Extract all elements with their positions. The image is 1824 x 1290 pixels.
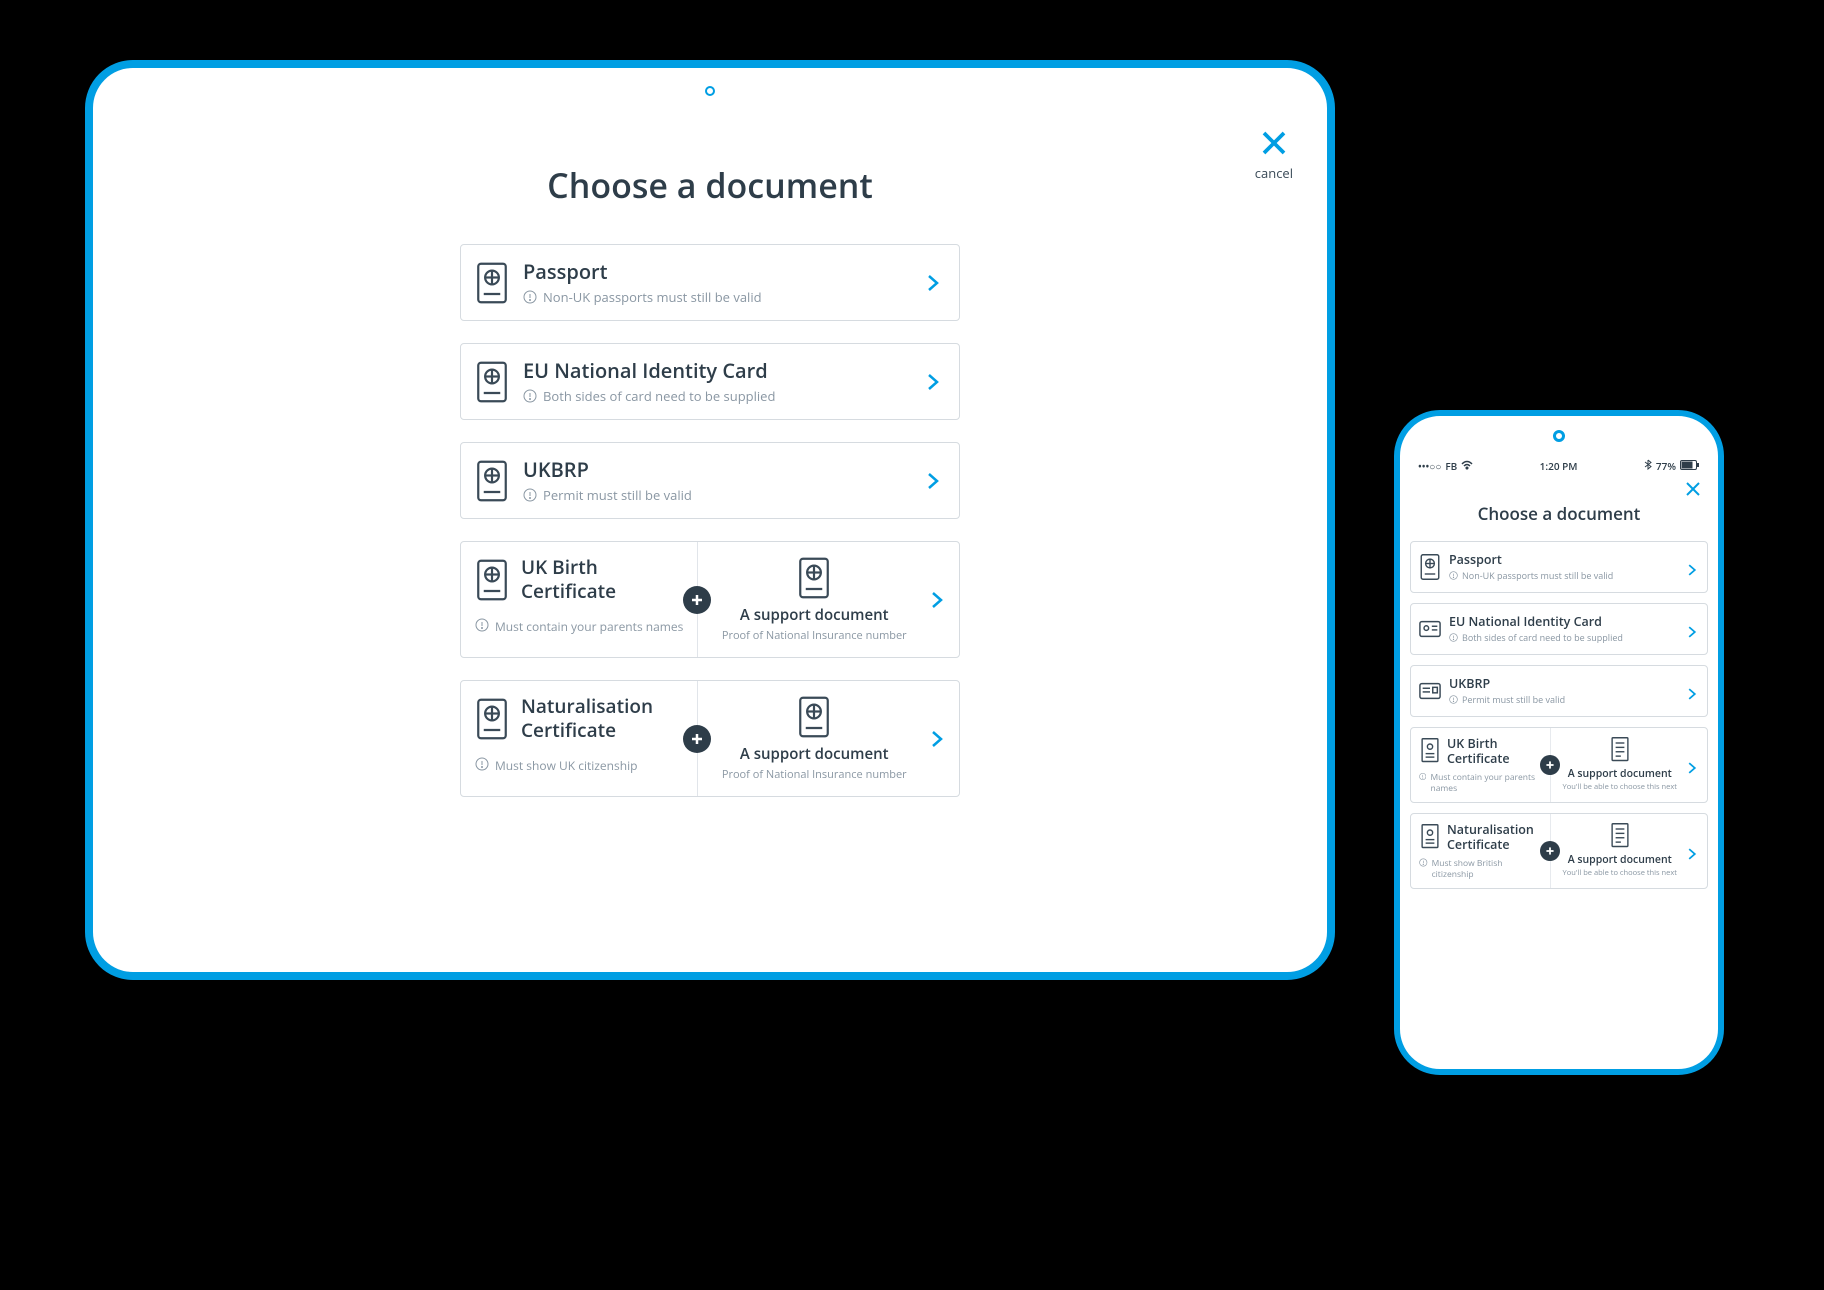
option-right: A support document You'll be able to cho… bbox=[1551, 728, 1708, 802]
phone-camera bbox=[1553, 430, 1565, 442]
option-hint: Must show British citizenship bbox=[1419, 858, 1542, 880]
battery-icon bbox=[1680, 459, 1700, 473]
option-title: UK Birth Certificate bbox=[521, 556, 685, 604]
plus-icon bbox=[1540, 755, 1560, 775]
chevron-right-icon bbox=[1685, 844, 1699, 858]
option-hint: Permit must still be valid bbox=[523, 486, 923, 504]
document-icon bbox=[1609, 736, 1631, 764]
chevron-right-icon bbox=[923, 372, 943, 392]
support-title: A support document bbox=[1568, 854, 1672, 867]
option-ukbrp[interactable]: UKBRP Permit must still be valid bbox=[460, 442, 960, 519]
option-title: Naturalisation Certificate bbox=[1447, 822, 1542, 852]
certificate-icon bbox=[1419, 823, 1441, 851]
support-sub: You'll be able to choose this next bbox=[1563, 869, 1677, 878]
option-uk-birth-certificate[interactable]: UK Birth Certificate Must contain your p… bbox=[1410, 727, 1708, 803]
clock-label: 1:20 PM bbox=[1540, 459, 1578, 473]
option-hint: Both sides of card need to be supplied bbox=[523, 387, 923, 405]
page-title: Choose a document bbox=[547, 162, 873, 208]
option-title: EU National Identity Card bbox=[523, 358, 923, 383]
option-hint: Non-UK passports must still be valid bbox=[523, 288, 923, 306]
option-right: A support document Proof of National Ins… bbox=[698, 542, 960, 657]
option-eu-id-card[interactable]: EU National Identity Card Both sides of … bbox=[460, 343, 960, 420]
cancel-button[interactable] bbox=[1684, 480, 1708, 504]
id-card-icon bbox=[475, 360, 509, 404]
option-title: UK Birth Certificate bbox=[1447, 736, 1542, 766]
document-icon bbox=[797, 695, 831, 739]
tablet-camera bbox=[705, 86, 715, 96]
option-naturalisation-certificate[interactable]: Naturalisation Certificate Must show Bri… bbox=[1410, 813, 1708, 889]
chevron-right-icon bbox=[923, 273, 943, 293]
option-left: UK Birth Certificate Must contain your p… bbox=[461, 542, 698, 657]
certificate-icon bbox=[475, 558, 509, 602]
plus-icon bbox=[1540, 841, 1560, 861]
option-ukbrp[interactable]: UKBRP Permit must still be valid bbox=[1410, 665, 1708, 717]
chevron-right-icon bbox=[1685, 560, 1699, 574]
option-naturalisation-certificate[interactable]: Naturalisation Certificate Must show UK … bbox=[460, 680, 960, 797]
option-passport[interactable]: Passport Non-UK passports must still be … bbox=[460, 244, 960, 321]
chevron-right-icon bbox=[1685, 758, 1699, 772]
option-right: A support document Proof of National Ins… bbox=[698, 681, 960, 796]
support-title: A support document bbox=[740, 606, 889, 625]
plus-icon bbox=[683, 586, 711, 614]
plus-icon bbox=[683, 725, 711, 753]
tablet-device: cancel Choose a document Passport Non-UK… bbox=[85, 60, 1335, 980]
permit-icon bbox=[1419, 677, 1441, 705]
option-uk-birth-certificate[interactable]: UK Birth Certificate Must contain your p… bbox=[460, 541, 960, 658]
certificate-icon bbox=[1419, 737, 1441, 765]
document-option-list: Passport Non-UK passports must still be … bbox=[460, 244, 960, 797]
support-title: A support document bbox=[740, 745, 889, 764]
option-title: Naturalisation Certificate bbox=[521, 695, 685, 743]
passport-icon bbox=[475, 261, 509, 305]
option-hint: Permit must still be valid bbox=[1449, 693, 1685, 706]
carrier-label: FB bbox=[1445, 459, 1457, 473]
chevron-right-icon bbox=[927, 729, 947, 749]
option-hint: Must show UK citizenship bbox=[475, 757, 637, 774]
close-icon bbox=[1259, 128, 1289, 162]
passport-icon bbox=[1419, 553, 1441, 581]
option-title: UKBRP bbox=[523, 457, 923, 482]
option-left: UK Birth Certificate Must contain your p… bbox=[1411, 728, 1551, 802]
battery-label: 77% bbox=[1656, 459, 1676, 473]
tablet-screen: cancel Choose a document Passport Non-UK… bbox=[93, 118, 1327, 972]
phone-screen: •••○○ FB 1:20 PM 77% Choose a document bbox=[1408, 456, 1710, 1057]
option-hint: Must contain your parents names bbox=[1419, 772, 1542, 794]
chevron-right-icon bbox=[923, 471, 943, 491]
cancel-button[interactable]: cancel bbox=[1255, 128, 1293, 182]
support-title: A support document bbox=[1568, 768, 1672, 781]
option-title: UKBRP bbox=[1449, 676, 1685, 691]
option-eu-id-card[interactable]: EU National Identity Card Both sides of … bbox=[1410, 603, 1708, 655]
option-title: Passport bbox=[523, 259, 923, 284]
option-hint: Non-UK passports must still be valid bbox=[1449, 569, 1685, 582]
chevron-right-icon bbox=[1685, 622, 1699, 636]
bluetooth-icon bbox=[1644, 459, 1652, 473]
option-title: EU National Identity Card bbox=[1449, 614, 1685, 629]
certificate-icon bbox=[475, 697, 509, 741]
support-sub: Proof of National Insurance number bbox=[722, 629, 907, 643]
signal-icon: •••○○ bbox=[1418, 459, 1441, 473]
support-sub: Proof of National Insurance number bbox=[722, 768, 907, 782]
option-left: Naturalisation Certificate Must show UK … bbox=[461, 681, 698, 796]
option-left: Naturalisation Certificate Must show Bri… bbox=[1411, 814, 1551, 888]
page-title: Choose a document bbox=[1408, 502, 1710, 525]
permit-icon bbox=[475, 459, 509, 503]
status-bar: •••○○ FB 1:20 PM 77% bbox=[1408, 456, 1710, 476]
document-icon bbox=[797, 556, 831, 600]
wifi-icon bbox=[1461, 459, 1473, 473]
support-sub: You'll be able to choose this next bbox=[1563, 783, 1677, 792]
option-hint: Must contain your parents names bbox=[475, 618, 683, 635]
cancel-label: cancel bbox=[1255, 164, 1293, 182]
option-title: Passport bbox=[1449, 552, 1685, 567]
option-hint: Both sides of card need to be supplied bbox=[1449, 631, 1685, 644]
chevron-right-icon bbox=[927, 590, 947, 610]
phone-device: •••○○ FB 1:20 PM 77% Choose a document bbox=[1394, 410, 1724, 1075]
document-option-list: Passport Non-UK passports must still be … bbox=[1408, 541, 1710, 893]
document-icon bbox=[1609, 822, 1631, 850]
option-passport[interactable]: Passport Non-UK passports must still be … bbox=[1410, 541, 1708, 593]
option-right: A support document You'll be able to cho… bbox=[1551, 814, 1708, 888]
id-card-icon bbox=[1419, 615, 1441, 643]
chevron-right-icon bbox=[1685, 684, 1699, 698]
